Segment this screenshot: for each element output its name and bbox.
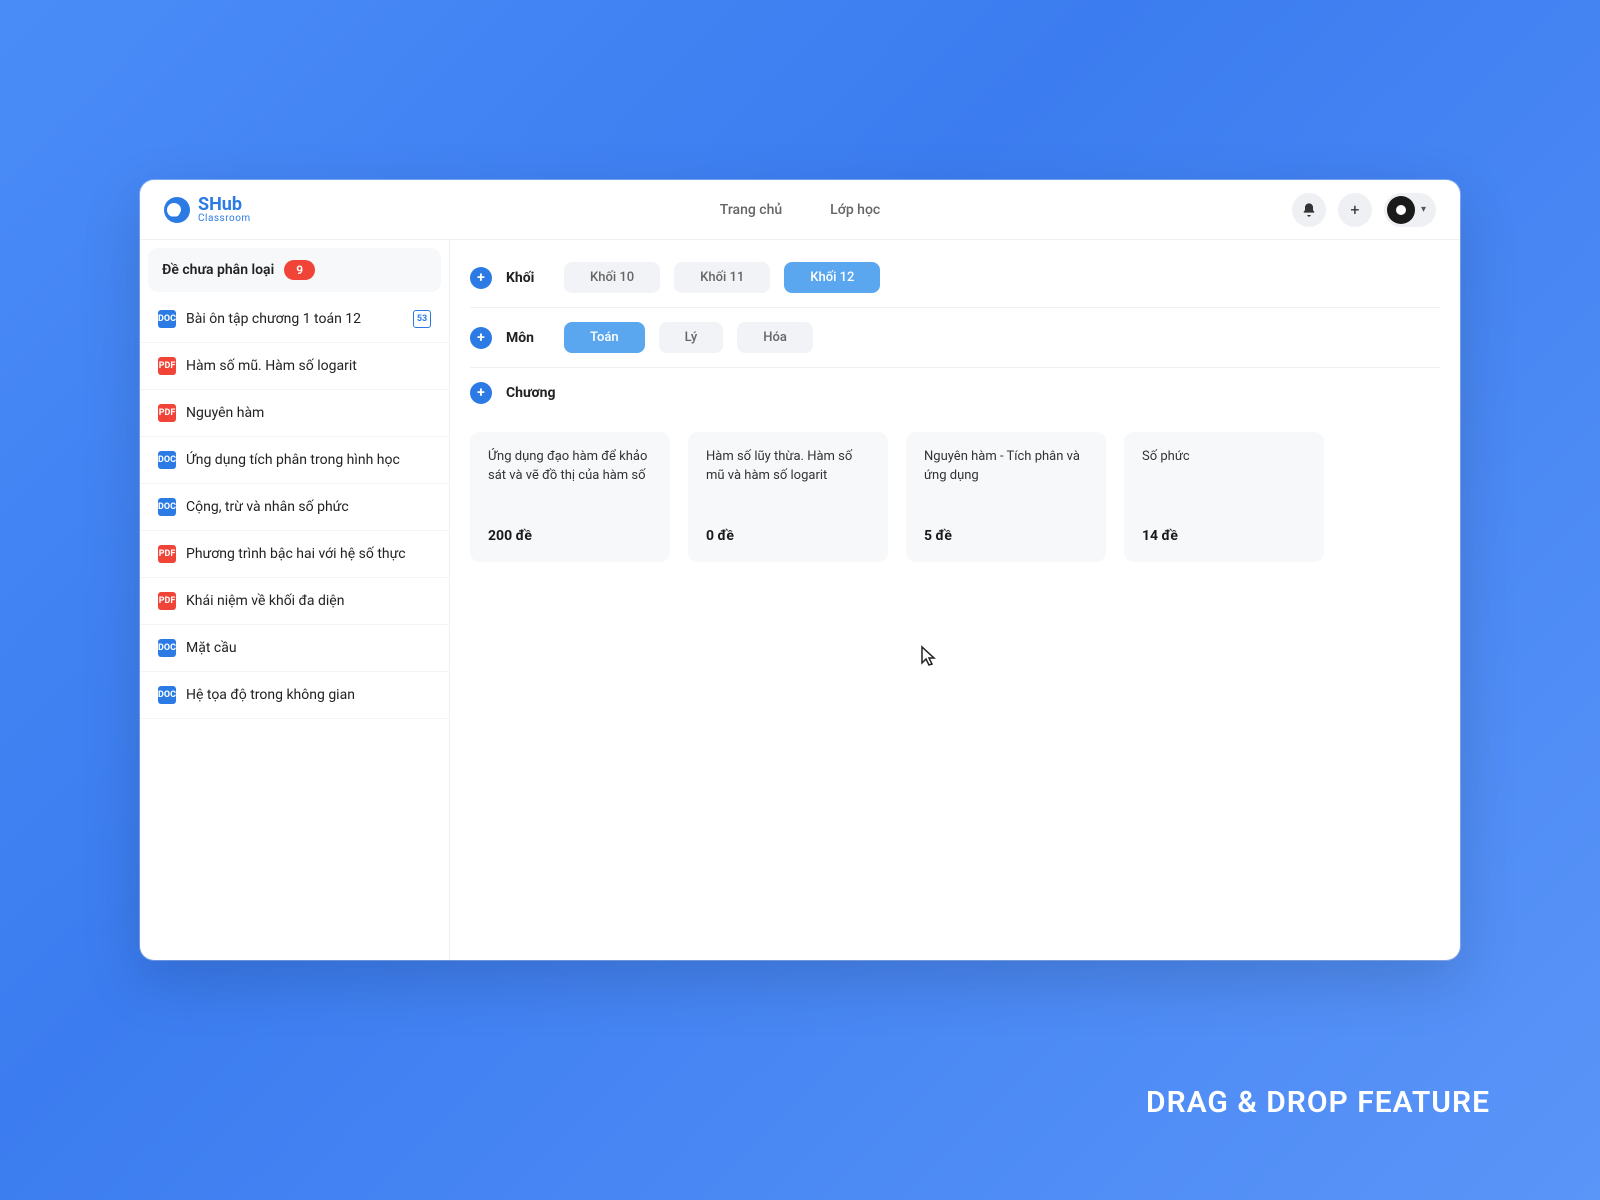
- logo-title: SHub: [198, 196, 251, 214]
- filter-grade-label: Khối: [506, 270, 550, 286]
- feature-caption: DRAG & DROP FEATURE: [1146, 1085, 1490, 1120]
- nav-home[interactable]: Trang chủ: [720, 202, 782, 218]
- filter-grade: + Khối Khối 10 Khối 11 Khối 12: [470, 252, 1440, 303]
- sidebar-item[interactable]: DOC Hệ tọa độ trong không gian: [140, 672, 449, 719]
- sidebar-item-label: Cộng, trừ và nhân số phức: [186, 499, 349, 515]
- doc-icon: DOC: [158, 451, 176, 469]
- chapter-card[interactable]: Ứng dụng đạo hàm để khảo sát và vẽ đồ th…: [470, 432, 670, 562]
- doc-icon: DOC: [158, 498, 176, 516]
- sidebar-item[interactable]: DOC Ứng dụng tích phân trong hình học: [140, 437, 449, 484]
- sidebar-item[interactable]: DOC Mặt cầu: [140, 625, 449, 672]
- chapter-card[interactable]: Hàm số lũy thừa. Hàm số mũ và hàm số log…: [688, 432, 888, 562]
- plus-icon: +: [477, 270, 485, 286]
- doc-icon: DOC: [158, 310, 176, 328]
- sidebar: Đề chưa phân loại 9 DOC Bài ôn tập chương…: [140, 240, 450, 960]
- divider: [470, 307, 1440, 308]
- sidebar-item[interactable]: DOC Cộng, trừ và nhân số phức: [140, 484, 449, 531]
- body: Đề chưa phân loại 9 DOC Bài ôn tập chương…: [140, 240, 1460, 960]
- logo-subtitle: Classroom: [198, 214, 251, 224]
- sidebar-item[interactable]: PDF Nguyên hàm: [140, 390, 449, 437]
- add-subject-button[interactable]: +: [470, 327, 492, 349]
- bell-icon: [1301, 202, 1317, 218]
- chapter-card[interactable]: Số phức 14 đề: [1124, 432, 1324, 562]
- topbar-actions: + ▾: [1292, 193, 1436, 227]
- add-button[interactable]: +: [1338, 193, 1372, 227]
- filter-chapter-label: Chương: [506, 385, 555, 401]
- sidebar-item[interactable]: PDF Phương trình bậc hai với hệ số thực: [140, 531, 449, 578]
- card-count: 0 đề: [706, 528, 870, 544]
- sidebar-item[interactable]: DOC Bài ôn tập chương 1 toán 12 53: [140, 296, 449, 343]
- unclassified-count-badge: 9: [284, 260, 315, 280]
- logo-icon: [164, 197, 190, 223]
- filter-subject-label: Môn: [506, 330, 550, 346]
- grade-chip[interactable]: Khối 11: [674, 262, 770, 293]
- add-chapter-button[interactable]: +: [470, 382, 492, 404]
- plus-icon: +: [477, 330, 485, 346]
- nav-classes[interactable]: Lớp học: [830, 202, 880, 218]
- avatar: [1387, 196, 1415, 224]
- card-count: 14 đề: [1142, 528, 1306, 544]
- card-count: 200 đề: [488, 528, 652, 544]
- sidebar-item-label: Ứng dụng tích phân trong hình học: [186, 452, 400, 468]
- sidebar-item[interactable]: PDF Khái niệm về khối đa diện: [140, 578, 449, 625]
- filter-chapter: + Chương: [470, 372, 1440, 414]
- add-grade-button[interactable]: +: [470, 267, 492, 289]
- pdf-icon: PDF: [158, 404, 176, 422]
- sidebar-item-label: Mặt cầu: [186, 640, 237, 656]
- sidebar-item-label: Khái niệm về khối đa diện: [186, 593, 344, 609]
- main-content: + Khối Khối 10 Khối 11 Khối 12 + Môn Toán L…: [450, 240, 1460, 960]
- subject-chip[interactable]: Toán: [564, 322, 645, 353]
- user-menu[interactable]: ▾: [1384, 193, 1436, 227]
- card-title: Hàm số lũy thừa. Hàm số mũ và hàm số log…: [706, 448, 870, 486]
- subject-chip[interactable]: Hóa: [737, 322, 813, 353]
- pdf-icon: PDF: [158, 545, 176, 563]
- sidebar-item-label: Hàm số mũ. Hàm số logarit: [186, 358, 357, 374]
- divider: [470, 367, 1440, 368]
- filter-subject: + Môn Toán Lý Hóa: [470, 312, 1440, 363]
- grade-chip[interactable]: Khối 10: [564, 262, 660, 293]
- sidebar-unclassified-label: Đề chưa phân loại: [162, 262, 274, 278]
- logo[interactable]: SHub Classroom: [164, 196, 251, 224]
- chapter-cards: Ứng dụng đạo hàm để khảo sát và vẽ đồ th…: [470, 432, 1440, 562]
- sidebar-item-label: Hệ tọa độ trong không gian: [186, 687, 355, 703]
- cursor-icon: [920, 645, 938, 672]
- card-title: Nguyên hàm - Tích phân và ứng dụng: [924, 448, 1088, 486]
- sidebar-item-label: Phương trình bậc hai với hệ số thực: [186, 546, 406, 562]
- sidebar-unclassified[interactable]: Đề chưa phân loại 9: [148, 248, 441, 292]
- grade-chip[interactable]: Khối 12: [784, 262, 880, 293]
- topbar: SHub Classroom Trang chủ Lớp học + ▾: [140, 180, 1460, 240]
- logo-text: SHub Classroom: [198, 196, 251, 224]
- plus-icon: +: [477, 385, 485, 401]
- sidebar-item-label: Bài ôn tập chương 1 toán 12: [186, 311, 361, 327]
- chevron-down-icon: ▾: [1421, 204, 1426, 215]
- doc-icon: DOC: [158, 639, 176, 657]
- item-count-badge: 53: [413, 310, 431, 328]
- doc-icon: DOC: [158, 686, 176, 704]
- card-title: Ứng dụng đạo hàm để khảo sát và vẽ đồ th…: [488, 448, 652, 486]
- subject-chip[interactable]: Lý: [659, 322, 724, 353]
- plus-icon: +: [1350, 200, 1359, 219]
- card-title: Số phức: [1142, 448, 1306, 467]
- pdf-icon: PDF: [158, 592, 176, 610]
- sidebar-item-label: Nguyên hàm: [186, 405, 264, 421]
- top-nav: Trang chủ Lớp học: [720, 202, 880, 218]
- chapter-card[interactable]: Nguyên hàm - Tích phân và ứng dụng 5 đề: [906, 432, 1106, 562]
- pdf-icon: PDF: [158, 357, 176, 375]
- card-count: 5 đề: [924, 528, 1088, 544]
- app-window: SHub Classroom Trang chủ Lớp học + ▾ Đề …: [140, 180, 1460, 960]
- sidebar-item[interactable]: PDF Hàm số mũ. Hàm số logarit: [140, 343, 449, 390]
- notifications-button[interactable]: [1292, 193, 1326, 227]
